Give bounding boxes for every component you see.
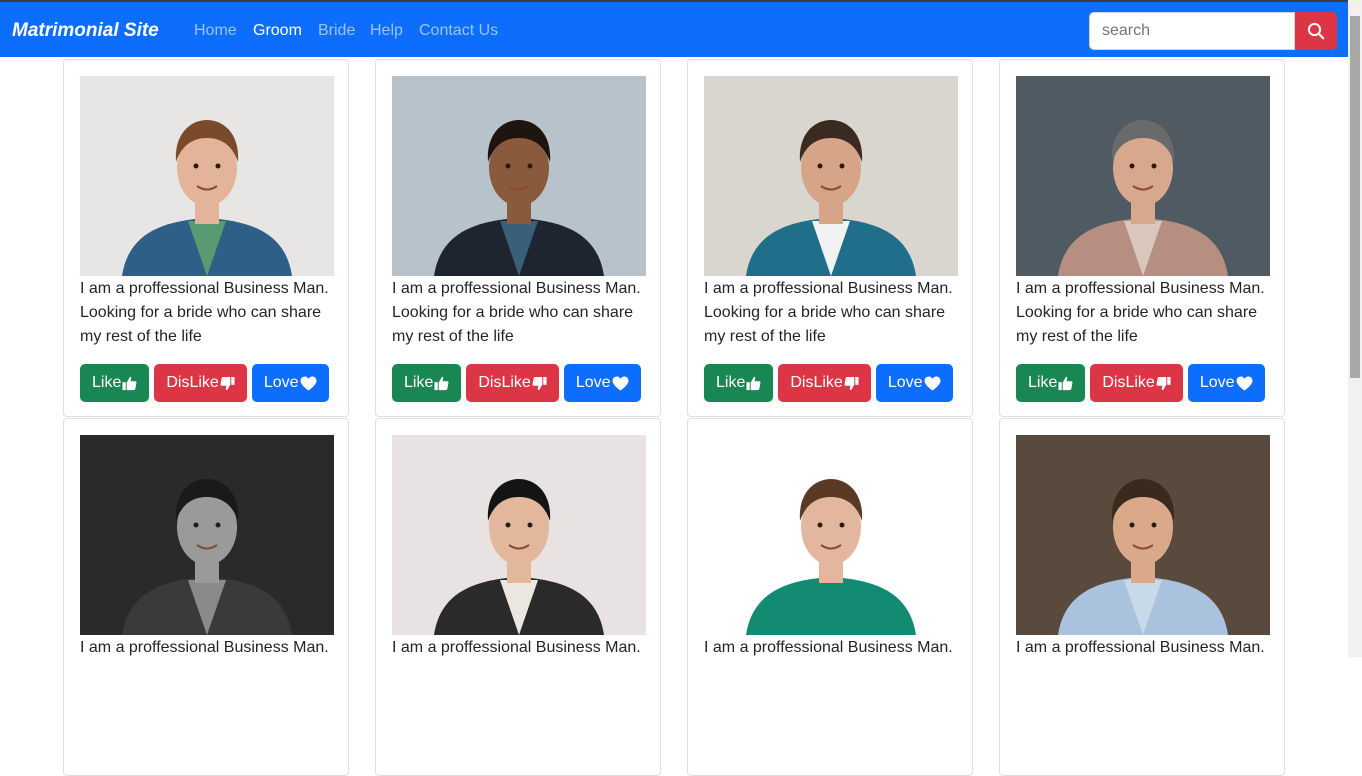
dislike-button[interactable]: DisLike bbox=[1090, 364, 1183, 402]
heart-icon bbox=[300, 376, 317, 390]
groom-photo bbox=[80, 435, 334, 635]
groom-profile-card: I am a proffessional Business Man. Looki… bbox=[687, 59, 973, 417]
nav-link-groom[interactable]: Groom bbox=[253, 22, 302, 40]
thumbs-up-icon bbox=[746, 376, 761, 390]
groom-photo bbox=[392, 76, 646, 276]
thumbs-down-icon bbox=[844, 376, 859, 390]
thumbs-up-icon bbox=[122, 376, 137, 390]
dislike-button[interactable]: DisLike bbox=[778, 364, 871, 402]
like-label: Like bbox=[716, 374, 746, 391]
like-button[interactable]: Like bbox=[1016, 364, 1086, 402]
profile-description: I am a proffessional Business Man. Looki… bbox=[1016, 280, 1265, 345]
reaction-buttons: Like DisLike Love bbox=[392, 364, 641, 402]
search-button[interactable] bbox=[1295, 12, 1337, 50]
profile-description: I am a proffessional Business Man. bbox=[704, 639, 953, 656]
groom-profile-card: I am a proffessional Business Man. Looki… bbox=[999, 59, 1285, 417]
profile-description: I am a proffessional Business Man. bbox=[80, 639, 329, 656]
brand-logo[interactable]: Matrimonial Site bbox=[12, 20, 159, 42]
thumbs-down-icon bbox=[220, 376, 235, 390]
thumbs-up-icon bbox=[1058, 376, 1073, 390]
thumbs-up-icon bbox=[434, 376, 449, 390]
reaction-buttons: Like DisLike Love bbox=[704, 364, 953, 402]
heart-icon bbox=[612, 376, 629, 390]
dislike-label: DisLike bbox=[790, 374, 843, 391]
thumbs-down-icon bbox=[532, 376, 547, 390]
love-label: Love bbox=[575, 374, 611, 391]
heart-icon bbox=[924, 376, 941, 390]
thumbs-down-icon bbox=[1156, 376, 1171, 390]
profile-description: I am a proffessional Business Man. Looki… bbox=[704, 280, 953, 345]
like-button[interactable]: Like bbox=[80, 364, 150, 402]
nav-link-home[interactable]: Home bbox=[194, 22, 237, 40]
groom-profile-card: I am a proffessional Business Man. Like … bbox=[999, 418, 1285, 776]
love-button[interactable]: Love bbox=[251, 364, 329, 402]
love-label: Love bbox=[263, 374, 299, 391]
groom-photo bbox=[80, 76, 334, 276]
heart-icon bbox=[1236, 376, 1253, 390]
reaction-buttons: Like DisLike Love bbox=[80, 364, 329, 402]
like-button[interactable]: Like bbox=[704, 364, 774, 402]
like-label: Like bbox=[404, 374, 434, 391]
love-button[interactable]: Love bbox=[563, 364, 641, 402]
groom-photo bbox=[1016, 76, 1270, 276]
page-scrollbar[interactable] bbox=[1348, 0, 1362, 657]
profile-description: I am a proffessional Business Man. Looki… bbox=[80, 280, 329, 345]
love-button[interactable]: Love bbox=[1187, 364, 1265, 402]
scrollbar-thumb[interactable] bbox=[1350, 16, 1360, 378]
groom-profile-card: I am a proffessional Business Man. Looki… bbox=[375, 59, 661, 417]
dislike-label: DisLike bbox=[478, 374, 531, 391]
groom-photo bbox=[704, 76, 958, 276]
groom-profile-card: I am a proffessional Business Man. Like … bbox=[63, 418, 349, 776]
navbar: Matrimonial Site Home Groom Bride Help C… bbox=[0, 0, 1348, 57]
reaction-buttons: Like DisLike Love bbox=[1016, 364, 1265, 402]
search-icon bbox=[1307, 22, 1325, 40]
like-label: Like bbox=[1028, 374, 1058, 391]
dislike-label: DisLike bbox=[1102, 374, 1155, 391]
nav-link-bride[interactable]: Bride bbox=[318, 22, 355, 40]
like-button[interactable]: Like bbox=[392, 364, 462, 402]
search-input[interactable] bbox=[1089, 12, 1295, 50]
profile-description: I am a proffessional Business Man. Looki… bbox=[392, 280, 641, 345]
profile-description: I am a proffessional Business Man. bbox=[1016, 639, 1265, 656]
love-label: Love bbox=[1199, 374, 1235, 391]
groom-profile-card: I am a proffessional Business Man. Looki… bbox=[63, 59, 349, 417]
groom-profile-card: I am a proffessional Business Man. Like … bbox=[687, 418, 973, 776]
profile-description: I am a proffessional Business Man. bbox=[392, 639, 641, 656]
like-label: Like bbox=[92, 374, 122, 391]
love-label: Love bbox=[887, 374, 923, 391]
groom-photo bbox=[704, 435, 958, 635]
dislike-button[interactable]: DisLike bbox=[466, 364, 559, 402]
nav-link-contact-us[interactable]: Contact Us bbox=[419, 22, 498, 40]
groom-profile-card: I am a proffessional Business Man. Like … bbox=[375, 418, 661, 776]
nav-link-help[interactable]: Help bbox=[370, 22, 403, 40]
dislike-button[interactable]: DisLike bbox=[154, 364, 247, 402]
dislike-label: DisLike bbox=[166, 374, 219, 391]
love-button[interactable]: Love bbox=[875, 364, 953, 402]
groom-photo bbox=[392, 435, 646, 635]
groom-photo bbox=[1016, 435, 1270, 635]
